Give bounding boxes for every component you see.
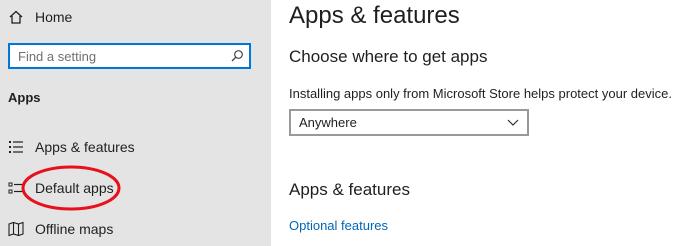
sidebar-item-home[interactable]: Home [0,0,271,34]
home-icon [8,9,24,25]
sidebar-item-label: Apps & features [35,139,135,155]
search-icon[interactable] [230,49,244,63]
sidebar-item-label: Offline maps [35,221,114,237]
choose-heading: Choose where to get apps [289,47,488,66]
store-description: Installing apps only from Microsoft Stor… [289,86,672,101]
optional-features-link[interactable]: Optional features [289,218,388,233]
settings-sidebar: Home Apps Apps & features [0,0,271,246]
search-input[interactable] [18,47,228,65]
apps-features-icon [8,139,24,155]
sidebar-item-apps-features[interactable]: Apps & features [0,130,271,164]
page-title: Apps & features [289,2,460,29]
sidebar-item-label: Home [35,9,73,25]
search-box[interactable] [8,43,251,69]
apps-features-heading: Apps & features [289,180,410,199]
offline-maps-icon [8,221,24,237]
app-source-dropdown[interactable]: Anywhere [289,109,529,136]
dropdown-value: Anywhere [299,115,357,130]
section-label-apps: Apps [8,90,41,105]
default-apps-icon [8,180,24,196]
sidebar-item-label: Default apps [35,180,114,196]
chevron-down-icon [507,119,519,126]
sidebar-item-default-apps[interactable]: Default apps [0,171,271,205]
sidebar-item-offline-maps[interactable]: Offline maps [0,212,271,246]
